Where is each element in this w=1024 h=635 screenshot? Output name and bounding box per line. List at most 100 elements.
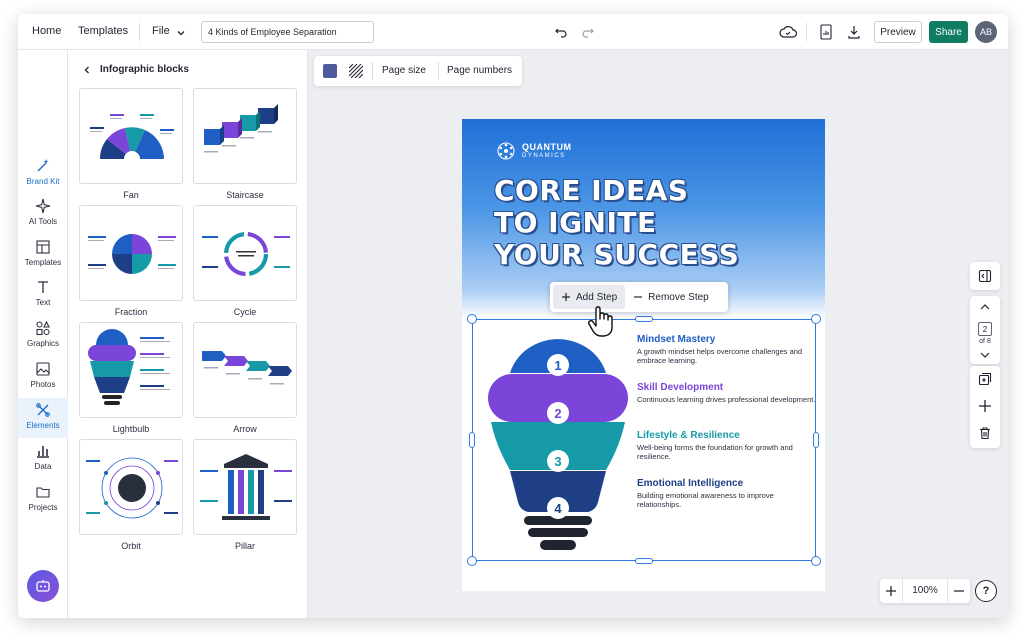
block-label: Fan xyxy=(123,190,139,200)
rail-item-ai-tools[interactable]: AI Tools xyxy=(18,194,68,234)
block-thumb-fraction[interactable] xyxy=(79,205,183,301)
page-navigator: 2 of 8 xyxy=(970,296,1000,364)
avatar[interactable]: AB xyxy=(975,21,997,43)
resize-handle-top-right[interactable] xyxy=(811,314,821,324)
home-link[interactable]: Home xyxy=(32,25,61,37)
block-label: Cycle xyxy=(233,307,257,317)
add-step-label: Add Step xyxy=(576,291,618,303)
chevron-up-icon[interactable] xyxy=(979,302,991,312)
document-title-input[interactable] xyxy=(201,21,374,43)
step-title: Emotional Intelligence xyxy=(637,478,744,489)
preview-button[interactable]: Preview xyxy=(874,21,922,43)
resize-handle-bottom-left[interactable] xyxy=(467,556,477,566)
bar-chart-icon xyxy=(37,446,49,458)
page-size-button[interactable]: Page size xyxy=(382,65,426,76)
download-icon[interactable] xyxy=(844,22,864,42)
question-mark-icon: ? xyxy=(982,585,990,597)
block-thumb-cycle[interactable] xyxy=(193,205,297,301)
panel-header[interactable]: Infographic blocks xyxy=(82,64,189,75)
block-label: Staircase xyxy=(226,190,264,200)
block-thumb-arrow[interactable] xyxy=(193,322,297,418)
headline-line: TO IGNITE xyxy=(494,206,657,239)
block-thumb-staircase[interactable] xyxy=(193,88,297,184)
rail-item-text[interactable]: Text xyxy=(18,275,68,315)
remove-step-button[interactable]: Remove Step xyxy=(625,285,717,309)
panel-title: Infographic blocks xyxy=(100,64,189,75)
redo-icon[interactable] xyxy=(578,22,598,42)
zoom-level[interactable]: 100% xyxy=(902,579,948,603)
pillar-preview xyxy=(200,454,292,520)
block-thumb-fan[interactable] xyxy=(79,88,183,184)
staircase-preview xyxy=(204,104,278,153)
step-description: Well-being forms the foundation for grow… xyxy=(637,443,793,461)
help-button[interactable]: ? xyxy=(975,580,997,602)
resize-handle-bottom-right[interactable] xyxy=(811,556,821,566)
block-label: Pillar xyxy=(234,541,255,551)
background-color-swatch[interactable] xyxy=(323,64,337,78)
headline-line: YOUR SUCCESS xyxy=(494,238,740,271)
lightbulb-graphic[interactable]: 1 2 3 4 xyxy=(488,326,628,558)
resize-handle-top[interactable] xyxy=(635,316,653,322)
templates-icon xyxy=(36,240,50,254)
report-icon[interactable] xyxy=(816,22,836,42)
folder-icon xyxy=(36,487,50,498)
step-item[interactable]: Lifestyle & Resilience Well-being forms … xyxy=(637,430,817,461)
chevron-down-icon[interactable] xyxy=(979,350,991,360)
step-popover: Add Step Remove Step xyxy=(550,282,728,312)
step-item[interactable]: Emotional Intelligence Building emotiona… xyxy=(637,478,817,509)
zoom-out-button[interactable] xyxy=(948,579,970,603)
step-item[interactable]: Mindset Mastery A growth mindset helps o… xyxy=(637,334,817,365)
trash-icon[interactable] xyxy=(978,426,992,440)
cloud-sync-icon[interactable] xyxy=(778,22,798,42)
pattern-icon[interactable] xyxy=(349,64,363,78)
step-description: Building emotional awareness to improve … xyxy=(637,491,774,509)
cycle-preview xyxy=(202,232,290,276)
rail-item-elements[interactable]: Elements xyxy=(18,398,68,438)
resize-handle-top-left[interactable] xyxy=(467,314,477,324)
rail-item-templates[interactable]: Templates xyxy=(18,235,68,275)
arrow-preview xyxy=(202,351,292,385)
share-button[interactable]: Share xyxy=(929,21,968,43)
zoom-in-button[interactable] xyxy=(880,579,902,603)
step-number: 4 xyxy=(554,501,562,516)
current-page-number[interactable]: 2 xyxy=(978,322,992,336)
page-count: of 8 xyxy=(979,338,991,345)
block-label: Lightbulb xyxy=(112,424,150,434)
add-page-icon[interactable] xyxy=(978,399,992,413)
rail-item-projects[interactable]: Projects xyxy=(18,480,68,520)
duplicate-page-icon[interactable] xyxy=(978,372,992,386)
block-thumb-orbit[interactable] xyxy=(79,439,183,535)
chevron-down-icon[interactable] xyxy=(171,23,191,43)
page-numbers-button[interactable]: Page numbers xyxy=(447,65,512,76)
blocks-panel: Infographic blocks Fan Staircase Fractio… xyxy=(68,50,308,618)
step-number: 1 xyxy=(554,358,561,373)
file-menu[interactable]: File xyxy=(152,25,170,37)
rail-item-brand-kit[interactable]: Brand Kit xyxy=(18,154,68,194)
rail-label: Brand Kit xyxy=(26,177,60,186)
chevron-left-icon[interactable] xyxy=(82,65,92,75)
lightbulb-preview xyxy=(88,329,170,405)
step-description: Continuous learning drives professional … xyxy=(637,395,816,404)
rail-item-photos[interactable]: Photos xyxy=(18,357,68,397)
quantum-logo-icon xyxy=(497,142,515,160)
step-title: Skill Development xyxy=(637,382,724,393)
block-thumb-pillar[interactable] xyxy=(193,439,297,535)
step-title: Lifestyle & Resilience xyxy=(637,430,740,441)
zoom-control: 100% xyxy=(880,579,970,603)
step-item[interactable]: Skill Development Continuous learning dr… xyxy=(637,382,817,404)
resize-handle-bottom[interactable] xyxy=(635,558,653,564)
fan-preview xyxy=(90,114,174,167)
collapse-panel-button[interactable] xyxy=(970,262,1000,290)
left-rail: Brand Kit AI Tools Templates Text Graphi… xyxy=(18,50,68,618)
undo-icon[interactable] xyxy=(551,22,571,42)
ai-assistant-button[interactable] xyxy=(27,570,59,602)
block-thumb-lightbulb[interactable] xyxy=(79,322,183,418)
rail-label: Text xyxy=(35,298,51,307)
headline[interactable]: CORE IDEAS TO IGNITE YOUR SUCCESS xyxy=(494,175,739,271)
rail-item-graphics[interactable]: Graphics xyxy=(18,316,68,356)
magic-wand-icon xyxy=(37,159,49,172)
templates-link[interactable]: Templates xyxy=(78,25,128,37)
rail-item-data[interactable]: Data xyxy=(18,439,68,479)
resize-handle-left[interactable] xyxy=(469,432,475,448)
headline-line: CORE IDEAS xyxy=(494,174,689,207)
